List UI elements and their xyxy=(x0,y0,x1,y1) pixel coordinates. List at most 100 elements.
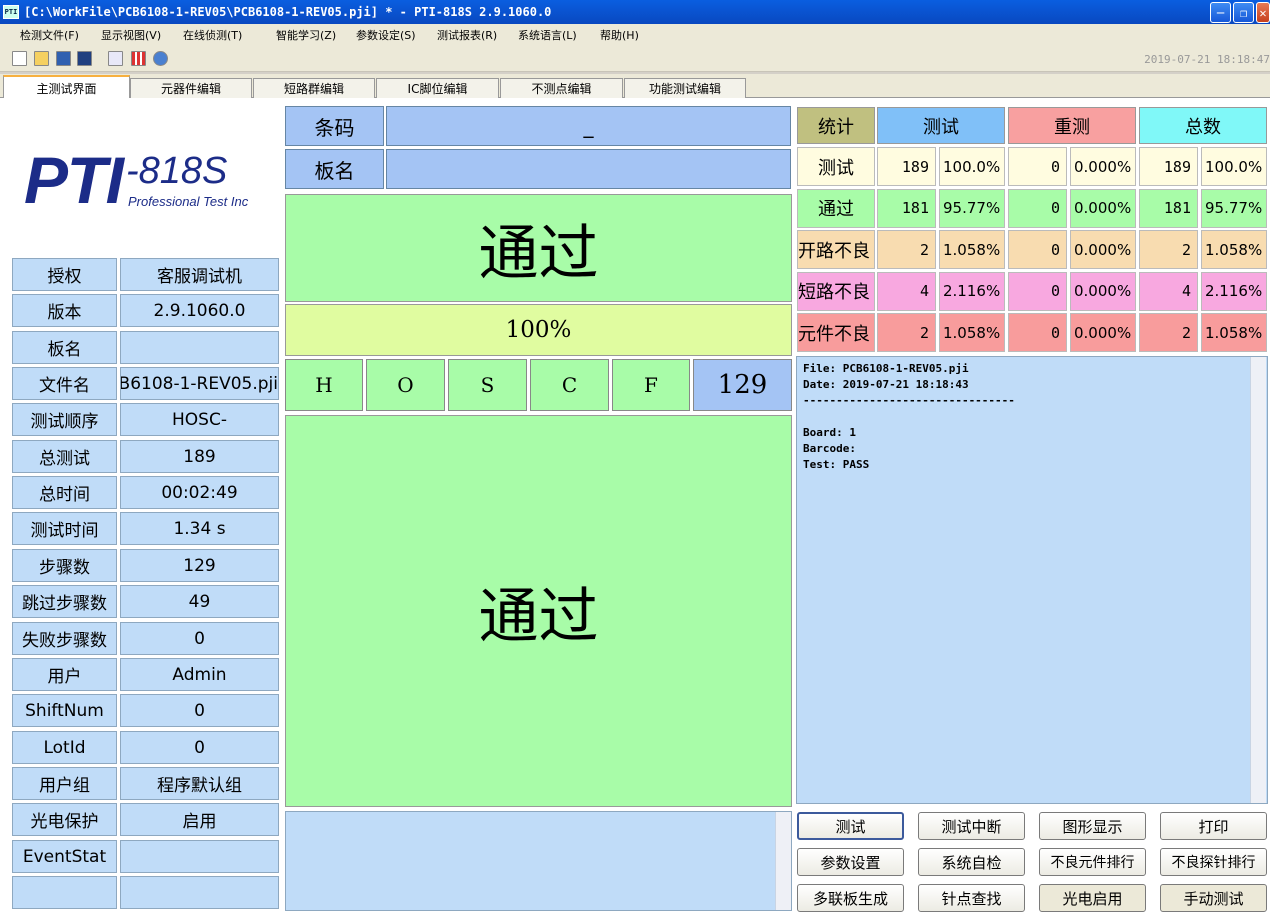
stats-row-label: 元件不良 xyxy=(797,313,875,352)
info-value: 客服调试机 xyxy=(120,258,279,291)
multi-board-generate-button[interactable]: 多联板生成 xyxy=(797,884,904,912)
close-icon: ✕ xyxy=(1259,5,1267,20)
info-value xyxy=(120,840,279,873)
stats-cell: 181 xyxy=(1139,188,1198,228)
info-value: 49 xyxy=(120,585,279,618)
menu-learn[interactable]: 智能学习(Z) xyxy=(276,27,336,43)
info-value: 1.34 s xyxy=(120,512,279,545)
progress-percent: 100% xyxy=(285,304,792,356)
info-label: 用户 xyxy=(12,658,117,691)
info-label: 用户组 xyxy=(12,767,117,800)
save-all-icon[interactable] xyxy=(77,51,92,66)
minimize-button[interactable]: ─ xyxy=(1210,2,1231,23)
info-label: 步骤数 xyxy=(12,549,117,582)
grid-icon[interactable] xyxy=(131,51,146,66)
info-value: 程序默认组 xyxy=(120,767,279,800)
new-file-icon[interactable] xyxy=(12,51,27,66)
info-label: 板名 xyxy=(12,331,117,364)
tab-untested-points-edit[interactable]: 不测点编辑 xyxy=(500,78,623,98)
app-icon: PTI xyxy=(3,5,19,19)
stats-cell: 1.058% xyxy=(939,230,1005,269)
test-button[interactable]: 测试 xyxy=(797,812,904,840)
stats-header-retest: 重测 xyxy=(1008,107,1136,144)
tab-main-test[interactable]: 主测试界面 xyxy=(3,75,130,99)
restore-icon: ❐ xyxy=(1239,5,1248,20)
tab-function-test-edit[interactable]: 功能测试编辑 xyxy=(624,78,746,98)
stats-cell: 0.000% xyxy=(1070,271,1136,311)
photoelectric-enable-button[interactable]: 光电启用 xyxy=(1039,884,1146,912)
menu-file[interactable]: 检测文件(F) xyxy=(20,27,79,43)
info-value: 启用 xyxy=(120,803,279,836)
barcode-value: _ xyxy=(386,106,791,146)
print-button[interactable]: 打印 xyxy=(1160,812,1267,840)
info-label: 测试时间 xyxy=(12,512,117,545)
maximize-button[interactable]: ❐ xyxy=(1233,2,1254,23)
info-value: 189 xyxy=(120,440,279,473)
stats-cell: 189 xyxy=(877,147,936,186)
pti-logo-graphic: PTI -818S Professional Test Inc xyxy=(24,143,249,217)
tab-short-group-edit[interactable]: 短路群编辑 xyxy=(253,78,375,98)
info-label: 总测试 xyxy=(12,440,117,473)
stats-cell: 4 xyxy=(877,271,936,311)
stats-header-total: 总数 xyxy=(1139,107,1267,144)
system-self-check-button[interactable]: 系统自检 xyxy=(918,848,1025,876)
stats-cell: 0.000% xyxy=(1070,313,1136,352)
test-abort-button[interactable]: 测试中断 xyxy=(918,812,1025,840)
stats-row-label: 开路不良 xyxy=(797,230,875,269)
tab-component-edit[interactable]: 元器件编辑 xyxy=(130,78,252,98)
parameter-settings-button[interactable]: 参数设置 xyxy=(797,848,904,876)
test-type-c: C xyxy=(530,359,609,411)
test-type-f: F xyxy=(612,359,690,411)
stats-cell: 2 xyxy=(1139,230,1198,269)
log-scrollbar[interactable] xyxy=(1250,357,1266,803)
manual-test-button[interactable]: 手动测试 xyxy=(1160,884,1267,912)
title-bar: PTI [C:\WorkFile\PCB6108-1-REV05\PCB6108… xyxy=(0,0,1270,24)
stats-cell: 4 xyxy=(1139,271,1198,311)
info-icon[interactable] xyxy=(153,51,168,66)
stats-cell: 0 xyxy=(1008,147,1067,186)
stats-cell: 0.000% xyxy=(1070,147,1136,186)
test-log[interactable]: File: PCB6108-1-REV05.pji Date: 2019-07-… xyxy=(796,356,1268,804)
stats-header-stat: 统计 xyxy=(797,107,875,144)
defect-component-ranking-button[interactable]: 不良元件排行 xyxy=(1039,848,1146,876)
defect-probe-ranking-button[interactable]: 不良探针排行 xyxy=(1160,848,1267,876)
report-icon[interactable] xyxy=(108,51,123,66)
step-count-display: 129 xyxy=(693,359,792,411)
menu-report[interactable]: 测试报表(R) xyxy=(437,27,497,43)
menu-language[interactable]: 系统语言(L) xyxy=(518,27,577,43)
board-name-label: 板名 xyxy=(285,149,384,189)
pin-point-search-button[interactable]: 针点查找 xyxy=(918,884,1025,912)
tab-ic-pin-edit[interactable]: IC脚位编辑 xyxy=(376,78,499,98)
info-label: EventStat xyxy=(12,840,117,873)
info-label xyxy=(12,876,117,909)
menu-help[interactable]: 帮助(H) xyxy=(600,27,639,43)
stats-row-label: 短路不良 xyxy=(797,271,875,311)
info-value: 129 xyxy=(120,549,279,582)
menu-bar: 检测文件(F) 显示视图(V) 在线侦测(T) 智能学习(Z) 参数设定(S) … xyxy=(0,24,1270,46)
window-title: [C:\WorkFile\PCB6108-1-REV05\PCB6108-1-R… xyxy=(24,5,552,19)
message-box[interactable] xyxy=(285,811,792,911)
logo-model: -818S xyxy=(126,150,227,192)
info-value xyxy=(120,876,279,909)
stats-row-label: 通过 xyxy=(797,188,875,228)
info-label: LotId xyxy=(12,731,117,764)
info-value: PCB6108-1-REV05.pji xyxy=(120,367,279,400)
stats-cell: 0 xyxy=(1008,271,1067,311)
stats-cell: 100.0% xyxy=(939,147,1005,186)
menu-view[interactable]: 显示视图(V) xyxy=(101,27,161,43)
graphic-display-button[interactable]: 图形显示 xyxy=(1039,812,1146,840)
minimize-icon: ─ xyxy=(1216,5,1225,20)
stats-cell: 1.058% xyxy=(939,313,1005,352)
stats-cell: 0 xyxy=(1008,313,1067,352)
message-scrollbar[interactable] xyxy=(775,812,791,910)
info-value: 2.9.1060.0 xyxy=(120,294,279,327)
info-value xyxy=(120,331,279,364)
barcode-label: 条码 xyxy=(285,106,384,146)
menu-online[interactable]: 在线侦测(T) xyxy=(183,27,242,43)
stats-cell: 1.058% xyxy=(1201,313,1267,352)
menu-params[interactable]: 参数设定(S) xyxy=(356,27,416,43)
save-icon[interactable] xyxy=(56,51,71,66)
open-folder-icon[interactable] xyxy=(34,51,49,66)
close-button[interactable]: ✕ xyxy=(1256,2,1270,23)
stats-cell: 0.000% xyxy=(1070,188,1136,228)
